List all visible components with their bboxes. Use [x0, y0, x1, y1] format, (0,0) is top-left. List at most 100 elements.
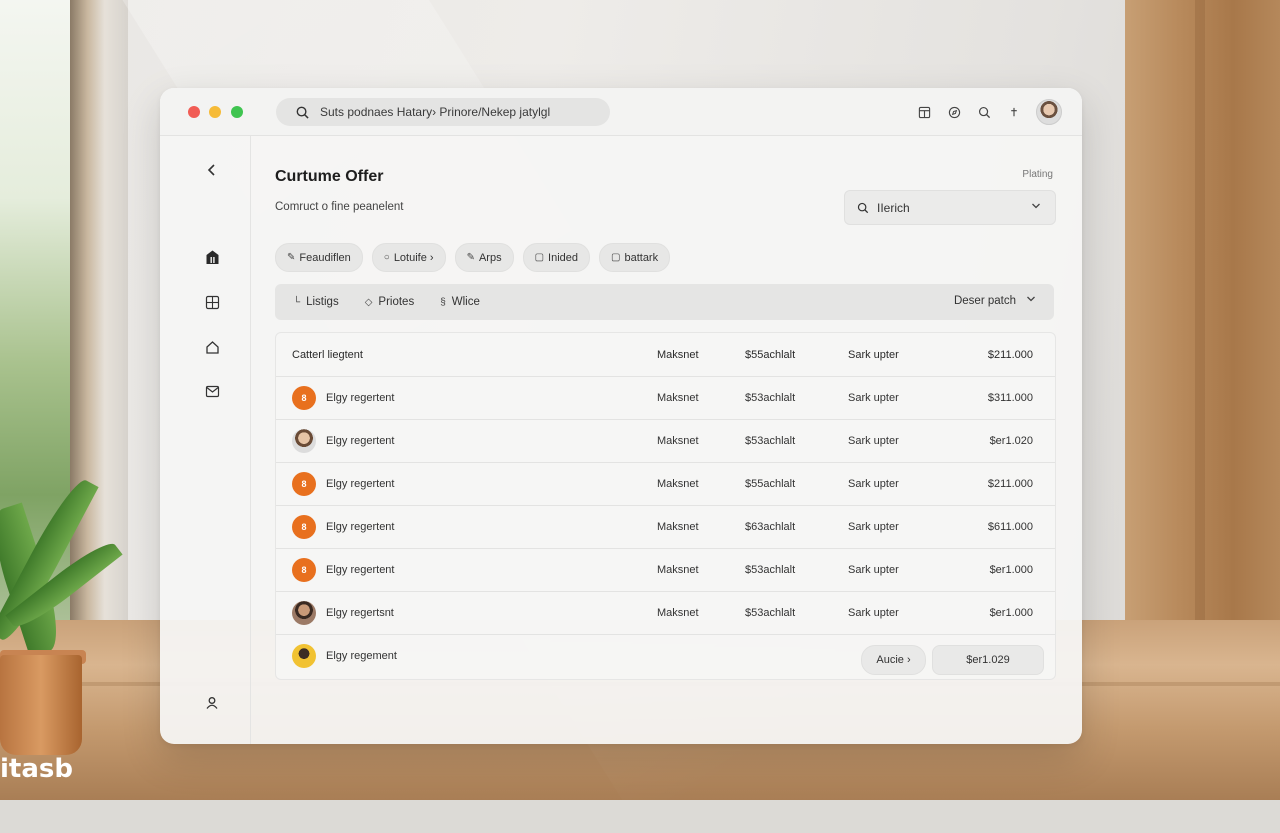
row-name: Elgy regertsnt	[326, 606, 394, 619]
chevron-down-icon	[1031, 201, 1041, 214]
header-type: Maksnet	[657, 348, 699, 361]
title-bar-actions	[916, 98, 1062, 126]
row-type: Maksnet	[657, 477, 699, 490]
top-right-label[interactable]: Plating	[1022, 169, 1053, 180]
sort-dropdown[interactable]: Deser patch	[954, 294, 1036, 307]
table-header-row: Catterl liegtent Maksnet $55achlalt Sark…	[276, 333, 1055, 377]
account-icon[interactable]	[202, 693, 222, 713]
grid-icon[interactable]	[202, 292, 222, 312]
row-price: $53achlalt	[745, 391, 796, 404]
avatar: 8	[292, 557, 316, 582]
background-wood-seam	[1195, 0, 1205, 630]
list-icon: └	[293, 296, 301, 308]
avatar: 8	[292, 385, 316, 410]
row-name-cell: Elgy regement	[292, 634, 397, 677]
maximize-window-button[interactable]	[231, 106, 243, 118]
mail-icon[interactable]	[202, 381, 222, 401]
row-status: Sark upter	[848, 520, 899, 533]
row-name-cell: Elgy regertsnt	[292, 591, 394, 634]
pencil-icon: ✎	[287, 252, 296, 263]
chip-inided[interactable]: ▢ Inided	[522, 243, 591, 272]
square-icon: ▢	[534, 252, 545, 263]
row-name: Elgy regertent	[326, 391, 395, 404]
chip-battark[interactable]: ▢ battark	[599, 243, 671, 272]
row-name: Elgy regertent	[326, 434, 395, 447]
row-status: Sark upter	[848, 606, 899, 619]
share-icon[interactable]	[1006, 104, 1022, 120]
row-amount: $311.000	[987, 391, 1033, 404]
row-price: $55achlalt	[745, 477, 796, 490]
panel-icon[interactable]	[916, 104, 932, 120]
header-status: Sark upter	[848, 348, 899, 361]
search-icon[interactable]	[976, 104, 992, 120]
more-button[interactable]: Aucie ›	[861, 645, 926, 675]
title-bar: Suts podnaes Hatary› Prinore/Nekep jatyl…	[160, 88, 1082, 136]
chip-row: ✎ Feaudiflen ○ Lotuife › ✎ Arps ▢ Inided…	[275, 243, 671, 272]
row-amount: $611.000	[987, 520, 1033, 533]
circle-icon: ○	[383, 252, 390, 263]
avatar	[292, 428, 316, 453]
chip-label: battark	[624, 251, 659, 264]
page-subtitle: Comruct o fine peanelent	[275, 201, 404, 213]
pencil-icon: ✎	[466, 252, 475, 263]
square-icon: ▢	[611, 252, 621, 263]
total-amount-field[interactable]: $er1.029	[932, 645, 1044, 675]
chip-label: Arps	[478, 251, 502, 264]
sort-label: Deser patch	[953, 294, 1016, 307]
row-status: Sark upter	[848, 563, 899, 576]
offers-table: Catterl liegtent Maksnet $55achlalt Sark…	[275, 332, 1056, 680]
row-status: Sark upter	[848, 434, 899, 447]
row-type: Maksnet	[657, 434, 699, 447]
close-window-button[interactable]	[188, 106, 200, 118]
table-row[interactable]: 8 Elgy regertent Maksnet $55achlalt Sark…	[276, 462, 1055, 506]
search-icon	[296, 104, 312, 120]
avatar	[292, 643, 316, 668]
row-name-cell: 8 Elgy regertent	[292, 548, 394, 591]
table-row[interactable]: 8 Elgy regertent Maksnet $53achlalt Sark…	[276, 548, 1055, 592]
minimize-window-button[interactable]	[209, 106, 221, 118]
chip-lotuife[interactable]: ○ Lotuife ›	[371, 243, 446, 272]
table-row[interactable]: 8 Elgy regertent Maksnet $63achlalt Sark…	[276, 505, 1055, 549]
row-type: Maksnet	[657, 606, 699, 619]
table-row[interactable]: Elgy regertent Maksnet $53achlalt Sark u…	[276, 419, 1055, 463]
row-price: $63achlalt	[745, 520, 796, 533]
filter-value: IIerich	[877, 200, 910, 215]
compass-icon[interactable]	[946, 104, 962, 120]
row-name: Elgy regertent	[326, 477, 395, 490]
sidebar	[160, 136, 251, 744]
chip-arps[interactable]: ✎ Arps	[454, 243, 514, 272]
row-price: $53achlalt	[745, 563, 796, 576]
row-type: Maksnet	[657, 563, 699, 576]
main-content: Curtume Offer Comruct o fine peanelent P…	[251, 136, 1082, 744]
row-status: Sark upter	[848, 477, 899, 490]
row-type: Maksnet	[657, 391, 699, 404]
table-row[interactable]: Elgy regertsnt Maksnet $53achlalt Sark u…	[276, 591, 1055, 635]
section-icon: §	[440, 296, 446, 308]
watermark-text: itasb	[0, 754, 73, 784]
tab-wlice[interactable]: § Wlice	[440, 296, 480, 308]
tab-label: Wlice	[451, 296, 480, 308]
tab-priotes[interactable]: ◇ Priotes	[365, 296, 415, 308]
row-type: Maksnet	[657, 520, 699, 533]
row-amount: $er1.000	[989, 606, 1033, 619]
tab-toolbar: └ Listigs ◇ Priotes § Wlice Deser patch	[275, 284, 1054, 320]
row-price: $53achlalt	[745, 434, 796, 447]
table-row[interactable]: 8 Elgy regertent Maksnet $53achlalt Sark…	[276, 376, 1055, 420]
row-status: Sark upter	[848, 391, 899, 404]
chip-feaudiflen[interactable]: ✎ Feaudiflen	[275, 243, 363, 272]
user-avatar[interactable]	[1036, 99, 1062, 125]
address-text: Suts podnaes Hatary› Prinore/Nekep jatyl…	[320, 105, 551, 119]
chevron-down-icon	[1026, 294, 1036, 307]
back-icon[interactable]	[202, 160, 222, 180]
house-icon[interactable]	[202, 337, 222, 357]
avatar	[292, 600, 316, 625]
filter-dropdown[interactable]: IIerich	[844, 190, 1056, 225]
row-name: Elgy regement	[326, 649, 397, 662]
plant-pot	[0, 655, 82, 755]
tab-listigs[interactable]: └ Listigs	[293, 296, 339, 308]
home-icon[interactable]	[202, 247, 222, 267]
address-search-bar[interactable]: Suts podnaes Hatary› Prinore/Nekep jatyl…	[276, 98, 610, 126]
search-icon	[857, 202, 869, 214]
row-amount: $211.000	[987, 477, 1033, 490]
chip-label: Feaudiflen	[299, 251, 351, 264]
